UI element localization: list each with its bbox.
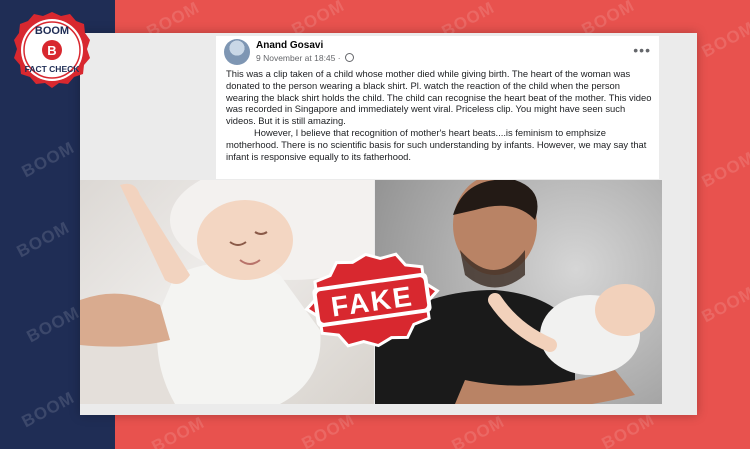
facebook-post: Anand Gosavi 9 November at 18:45 · ••• T… (216, 36, 659, 179)
post-timestamp[interactable]: 9 November at 18:45 · (256, 53, 343, 63)
boom-fact-check-logo: BOOM B FACT CHECK (14, 12, 90, 88)
logo-line2: FACT CHECK (25, 64, 81, 74)
more-options-icon[interactable]: ••• (633, 42, 651, 58)
globe-icon (344, 53, 354, 62)
post-meta: 9 November at 18:45 · (256, 53, 354, 63)
logo-line1: BOOM (35, 25, 69, 37)
fake-stamp: FAKE (304, 252, 440, 348)
avatar[interactable] (224, 39, 250, 65)
logo-letter: B (47, 43, 56, 58)
post-author[interactable]: Anand Gosavi (256, 40, 323, 51)
post-paragraph-2: However, I believe that recognition of m… (226, 126, 647, 162)
post-body: This was a clip taken of a child whose m… (226, 68, 654, 162)
post-paragraph-1: This was a clip taken of a child whose m… (226, 68, 652, 127)
